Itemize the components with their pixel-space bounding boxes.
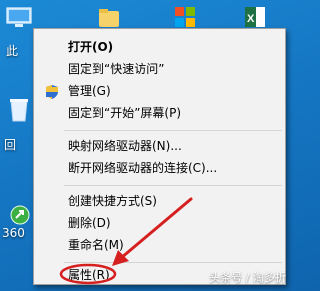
menu-separator xyxy=(64,185,282,186)
folder-icon[interactable] xyxy=(98,8,120,28)
shield-icon xyxy=(45,84,59,99)
menu-separator xyxy=(64,262,282,263)
menu-item-pin-quick-access[interactable]: 固定到“快速访问” xyxy=(34,58,285,80)
menu-item-rename[interactable]: 重命名(M) xyxy=(34,234,285,256)
menu-item-delete[interactable]: 删除(D) xyxy=(34,212,285,234)
menu-item-manage[interactable]: 管理(G) xyxy=(34,80,285,102)
desktop-label-360: 360 xyxy=(2,226,25,240)
recycle-bin-icon[interactable] xyxy=(8,96,30,122)
menu-item-create-shortcut[interactable]: 创建快捷方式(S) xyxy=(34,190,285,212)
menu-separator xyxy=(64,130,282,131)
360-browser-icon[interactable] xyxy=(10,205,30,225)
watermark: 头条号 / 淘多折 xyxy=(209,271,286,284)
menu-item-map-network-drive[interactable]: 映射网络驱动器(N)... xyxy=(34,135,285,157)
svg-text:X: X xyxy=(247,13,255,25)
context-menu: 打开(O) 固定到“快速访问” 管理(G) 固定到“开始”屏幕(P) 映射网络驱… xyxy=(33,28,286,285)
desktop-label-recycle-bin: 回 xyxy=(4,138,17,152)
menu-item-disconnect-network-drive[interactable]: 断开网络驱动器的连接(C)... xyxy=(34,157,285,179)
this-pc-icon[interactable] xyxy=(6,6,32,30)
desktop-label-this-pc: 此 xyxy=(6,44,19,58)
menu-item-pin-start[interactable]: 固定到“开始”屏幕(P) xyxy=(34,102,285,124)
menu-item-open[interactable]: 打开(O) xyxy=(34,36,285,58)
excel-icon[interactable]: X xyxy=(244,6,266,28)
app-tiles-icon[interactable] xyxy=(174,6,196,28)
